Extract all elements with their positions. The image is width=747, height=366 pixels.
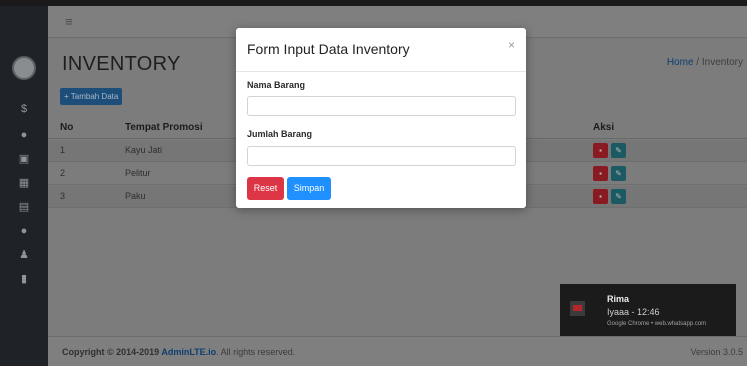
- modal-title: Form Input Data Inventory: [247, 41, 410, 57]
- cell-no: 2: [60, 168, 66, 178]
- notification-image: [570, 301, 585, 316]
- delete-button[interactable]: ▪: [593, 166, 608, 181]
- modal-header: Form Input Data Inventory ×: [236, 28, 526, 72]
- desktop-notification[interactable]: Rima Iyaaa - 12:46 Google Chrome • web.w…: [560, 284, 736, 336]
- nama-barang-input[interactable]: [247, 96, 516, 116]
- edit-icon: ✎: [615, 192, 622, 201]
- image-icon[interactable]: ▣: [13, 148, 35, 170]
- delete-button[interactable]: ▪: [593, 143, 608, 158]
- cell-tempat: Pelitur: [125, 168, 151, 178]
- column-header-tempat-promosi: Tempat Promosi: [125, 122, 203, 133]
- hamburger-icon[interactable]: ≡: [65, 14, 73, 29]
- copyright-prefix: Copyright © 2014-2019: [62, 347, 162, 357]
- cell-tempat: Paku: [125, 191, 146, 201]
- sidebar: $ ● ▣ ▦ ▤ ● ♟ ▮: [0, 6, 48, 366]
- cell-no: 1: [60, 145, 66, 155]
- nama-barang-label: Nama Barang: [247, 80, 306, 90]
- users-icon[interactable]: ♟: [13, 244, 35, 266]
- reset-button[interactable]: Reset: [247, 177, 284, 200]
- notification-message: Iyaaa - 12:46: [607, 307, 660, 317]
- edit-button[interactable]: ✎: [611, 166, 626, 181]
- version-text: Version 3.0.5: [690, 347, 743, 357]
- info-icon[interactable]: ●: [13, 220, 35, 242]
- book-icon[interactable]: ▮: [13, 268, 35, 290]
- edit-button[interactable]: ✎: [611, 143, 626, 158]
- notification-source: Google Chrome • web.whatsapp.com: [607, 321, 707, 327]
- footer: Copyright © 2014-2019 AdminLTE.io. All r…: [48, 336, 747, 366]
- jumlah-barang-label: Jumlah Barang: [247, 129, 313, 139]
- brand-link[interactable]: AdminLTE.io: [161, 347, 216, 357]
- column-header-no: No: [60, 122, 74, 133]
- edit-icon: ✎: [615, 146, 622, 155]
- breadcrumb: Home / Inventory: [667, 57, 743, 68]
- save-button[interactable]: Simpan: [287, 177, 331, 200]
- copyright-suffix: . All rights reserved.: [216, 347, 296, 357]
- delete-button[interactable]: ▪: [593, 189, 608, 204]
- copyright-text: Copyright © 2014-2019 AdminLTE.io. All r…: [62, 347, 295, 357]
- edit-icon: ✎: [615, 169, 622, 178]
- trash-icon: ▪: [599, 169, 602, 178]
- close-icon[interactable]: ×: [508, 38, 515, 52]
- dollar-icon[interactable]: $: [13, 98, 35, 120]
- breadcrumb-home-link[interactable]: Home: [667, 57, 694, 68]
- breadcrumb-separator: /: [696, 57, 700, 68]
- cell-no: 3: [60, 191, 66, 201]
- chart-icon[interactable]: ▦: [13, 172, 35, 194]
- breadcrumb-current: Inventory: [701, 57, 743, 68]
- page-title: INVENTORY: [62, 53, 181, 75]
- edit-button[interactable]: ✎: [611, 189, 626, 204]
- trash-icon: ▪: [599, 192, 602, 201]
- add-data-button[interactable]: + Tambah Data: [60, 88, 123, 105]
- trash-icon: ▪: [599, 146, 602, 155]
- notification-title: Rima: [607, 294, 630, 304]
- avatar[interactable]: [12, 56, 36, 80]
- column-header-aksi: Aksi: [593, 122, 615, 133]
- circle-icon[interactable]: ●: [13, 124, 35, 146]
- calculator-icon[interactable]: ▤: [13, 196, 35, 218]
- jumlah-barang-input[interactable]: [247, 146, 516, 166]
- cell-tempat: Kayu Jati: [125, 145, 163, 155]
- input-modal: Form Input Data Inventory × Nama Barang …: [236, 28, 526, 208]
